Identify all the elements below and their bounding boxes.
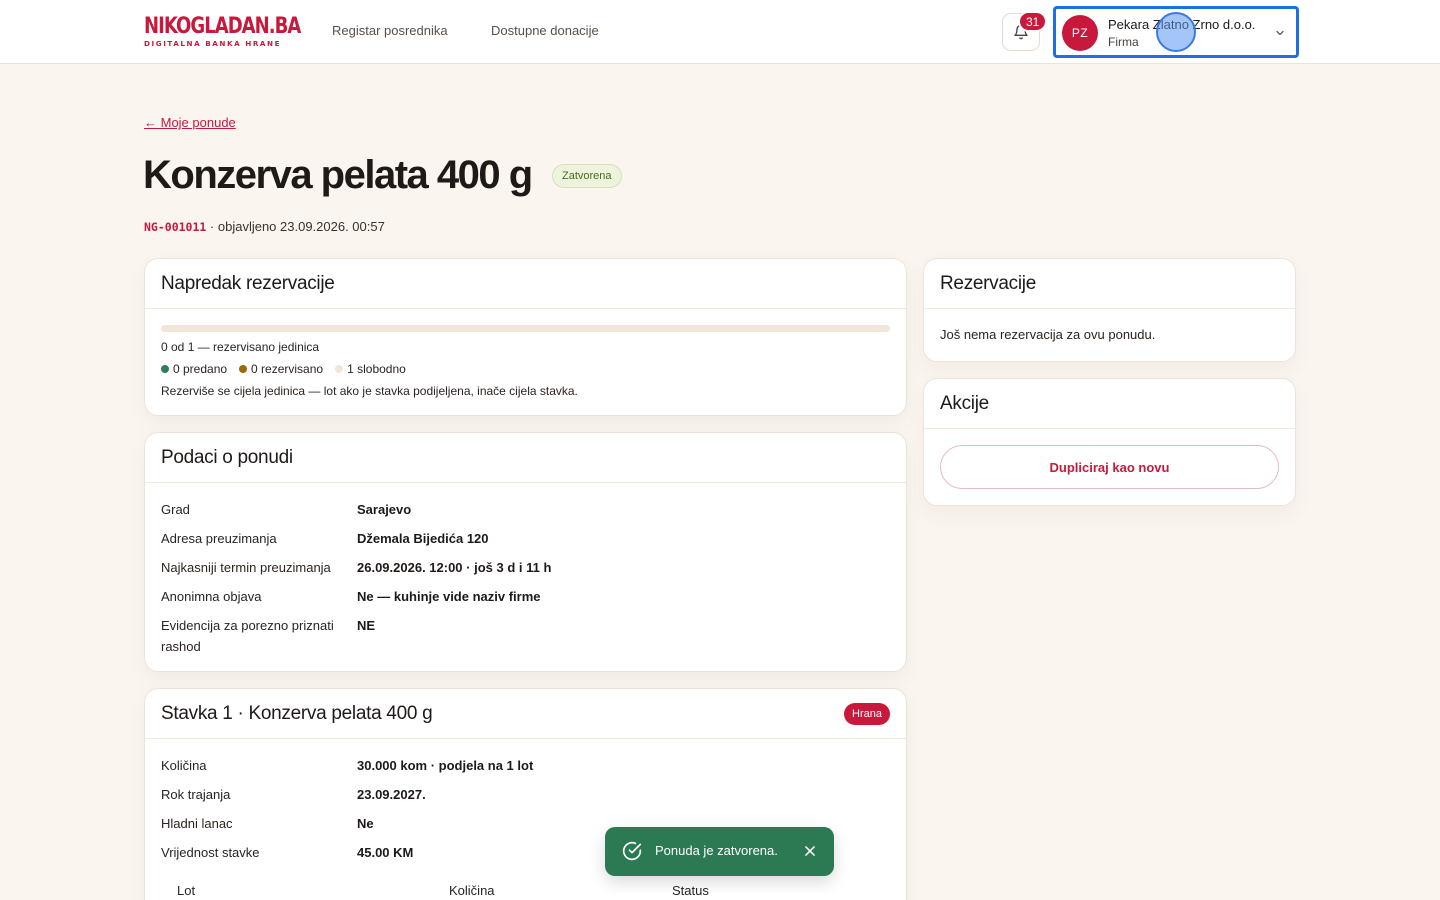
notification-count-badge: 31 <box>1018 11 1048 32</box>
toast-message: Ponuda je zatvorena. <box>655 843 778 858</box>
page-title: Konzerva pelata 400 g <box>143 153 533 197</box>
reservation-progress-bar <box>161 325 890 332</box>
avatar: PZ <box>1062 15 1098 51</box>
column-header-status: Status <box>672 883 709 898</box>
progress-legend: 0 predano 0 rezervisano 1 slobodno <box>161 362 890 376</box>
back-link-moje-ponude[interactable]: ← Moje ponude <box>144 115 236 130</box>
legend-item-rezervisano: 0 rezervisano <box>239 362 323 376</box>
progress-card: Napredak rezervacije 0 od 1 — rezervisan… <box>144 258 907 416</box>
top-navbar: NIKOGLADAN.BA DIGITALNA BANKA HRANE Regi… <box>0 0 1440 64</box>
detail-row-grad: Grad Sarajevo <box>161 502 412 517</box>
chevron-down-icon <box>1276 30 1284 36</box>
column-header-kolicina: Količina <box>449 883 495 898</box>
item-card-title: Stavka 1 · Konzerva pelata 400 g <box>161 702 433 724</box>
duplicate-offer-button[interactable]: Dupliciraj kao novu <box>940 445 1279 489</box>
pointer-indicator <box>1156 12 1196 52</box>
legend-dot <box>161 365 169 373</box>
item-row-rok: Rok trajanja 23.09.2027. <box>161 787 426 802</box>
legend-dot <box>335 365 344 373</box>
offer-code: NG-001011 <box>144 220 207 234</box>
reservations-card: Rezervacije Još nema rezervacija za ovu … <box>923 258 1296 362</box>
actions-title: Akcije <box>940 392 989 414</box>
legend-item-slobodno: 1 slobodno <box>335 362 406 376</box>
account-role: Firma <box>1108 35 1139 49</box>
legend-dot <box>239 365 248 373</box>
offer-meta: NG-001011 · objavljeno 23.09.2026. 00:57 <box>144 219 385 234</box>
progress-card-title: Napredak rezervacije <box>161 272 335 294</box>
column-header-lot: Lot <box>177 883 196 898</box>
check-circle-icon <box>622 841 642 861</box>
detail-row-evidencija: Evidencija za porezno priznati rashod NE <box>161 618 376 654</box>
progress-note: Rezerviše se cijela jedinica — lot ako j… <box>161 384 578 398</box>
category-badge: Hrana <box>844 702 890 725</box>
item-row-kolicina: Količina 30.000 kom · podjela na 1 lot <box>161 758 534 773</box>
detail-row-anonimna: Anonimna objava Ne — kuhinje vide naziv f… <box>161 589 541 604</box>
logo-tagline: DIGITALNA BANKA HRANE <box>144 39 282 48</box>
status-badge: Zatvorena <box>552 164 622 188</box>
offer-details-title: Podaci o ponudi <box>161 446 293 468</box>
progress-summary: 0 od 1 — rezervisano jedinica <box>161 340 320 354</box>
reservations-empty-state: Još nema rezervacija za ovu ponudu. <box>940 327 1156 342</box>
detail-row-termin: Najkasniji termin preuzimanja 26.09.2026.… <box>161 560 552 575</box>
brand-logo[interactable]: NIKOGLADAN.BA DIGITALNA BANKA HRANE <box>144 14 301 49</box>
legend-item-predano: 0 predano <box>161 362 227 376</box>
nav-link-dostupne-donacije[interactable]: Dostupne donacije <box>491 23 599 38</box>
reservations-title: Rezervacije <box>940 272 1036 294</box>
logo-wordmark: NIKOGLADAN.BA <box>144 14 301 39</box>
offer-details-card: Podaci o ponudi Grad Sarajevo Adresa preu… <box>144 432 907 672</box>
actions-card: Akcije Dupliciraj kao novu <box>923 378 1296 506</box>
detail-row-adresa: Adresa preuzimanja Džemala Bijedića 120 <box>161 531 489 546</box>
toast-notification: Ponuda je zatvorena. <box>605 827 834 876</box>
close-icon[interactable] <box>803 844 817 858</box>
nav-link-registar-posrednika[interactable]: Registar posrednika <box>332 23 448 38</box>
published-date: · objavljeno 23.09.2026. 00:57 <box>206 219 385 234</box>
lot-table-header: Lot Količina Status <box>145 875 906 900</box>
